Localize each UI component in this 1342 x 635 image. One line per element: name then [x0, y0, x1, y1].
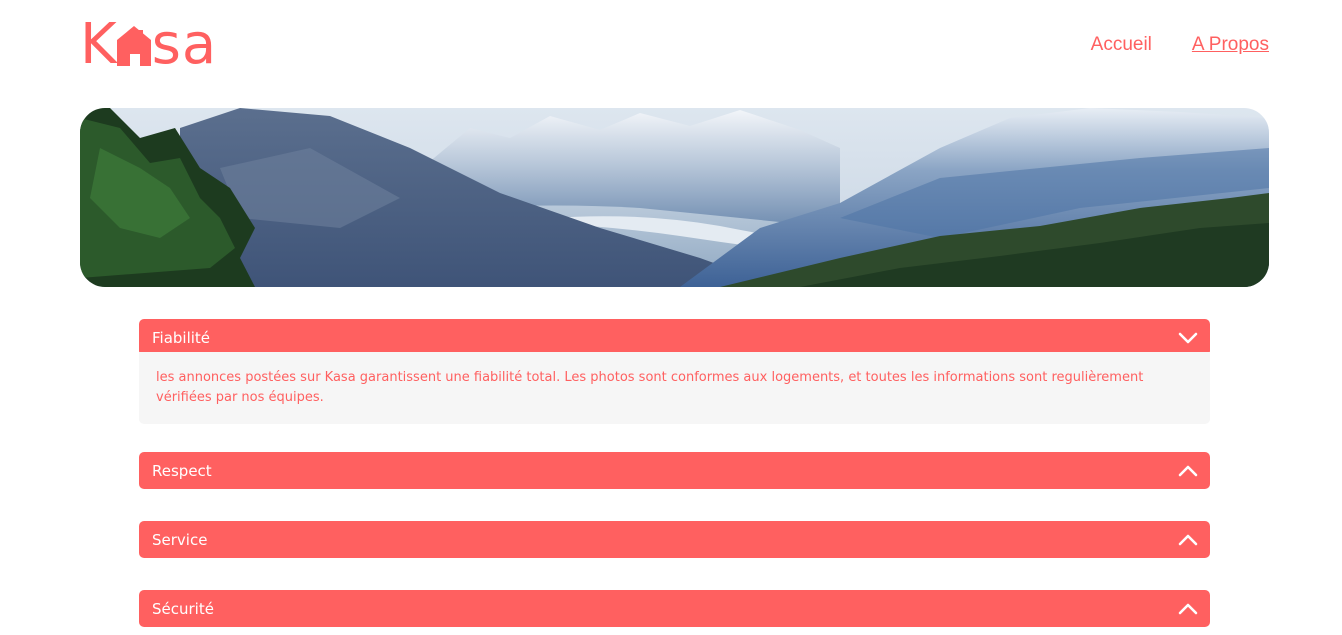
chevron-down-icon[interactable]: [1178, 332, 1198, 344]
logo-wordmark: K sa: [80, 17, 217, 73]
accordion-respect: Respect: [139, 452, 1210, 489]
nav-link-a-propos[interactable]: A Propos: [1192, 34, 1269, 56]
accordion-header[interactable]: Respect: [139, 452, 1210, 489]
accordion-title: Fiabilité: [152, 328, 211, 347]
accordion-header[interactable]: Fiabilité: [139, 319, 1210, 356]
accordion-header[interactable]: Service: [139, 521, 1210, 558]
accordion-content: les annonces postées sur Kasa garantisse…: [139, 352, 1210, 424]
logo-letters-sa: sa: [151, 12, 218, 77]
chevron-up-icon[interactable]: [1178, 603, 1198, 615]
logo-letter-k: K: [80, 12, 118, 77]
accordion-service: Service: [139, 521, 1210, 558]
chevron-up-icon[interactable]: [1178, 465, 1198, 477]
accordion-header[interactable]: Sécurité: [139, 590, 1210, 627]
accordion-title: Service: [152, 530, 208, 549]
banner-image: [80, 108, 1269, 287]
accordion-title: Sécurité: [152, 599, 214, 618]
accordion-securite: Sécurité: [139, 590, 1210, 627]
house-icon: [116, 26, 151, 66]
chevron-up-icon[interactable]: [1178, 534, 1198, 546]
accordion-fiabilite: Fiabilité les annonces postées sur Kasa …: [139, 319, 1210, 424]
accordion-title: Respect: [152, 461, 212, 480]
kasa-logo[interactable]: K sa: [80, 16, 217, 74]
accordion-text: les annonces postées sur Kasa garantisse…: [156, 370, 1144, 405]
nav-link-accueil[interactable]: Accueil: [1091, 34, 1152, 56]
site-header: K sa Accueil A Propos: [80, 16, 1269, 74]
main-nav: Accueil A Propos: [1091, 34, 1269, 56]
